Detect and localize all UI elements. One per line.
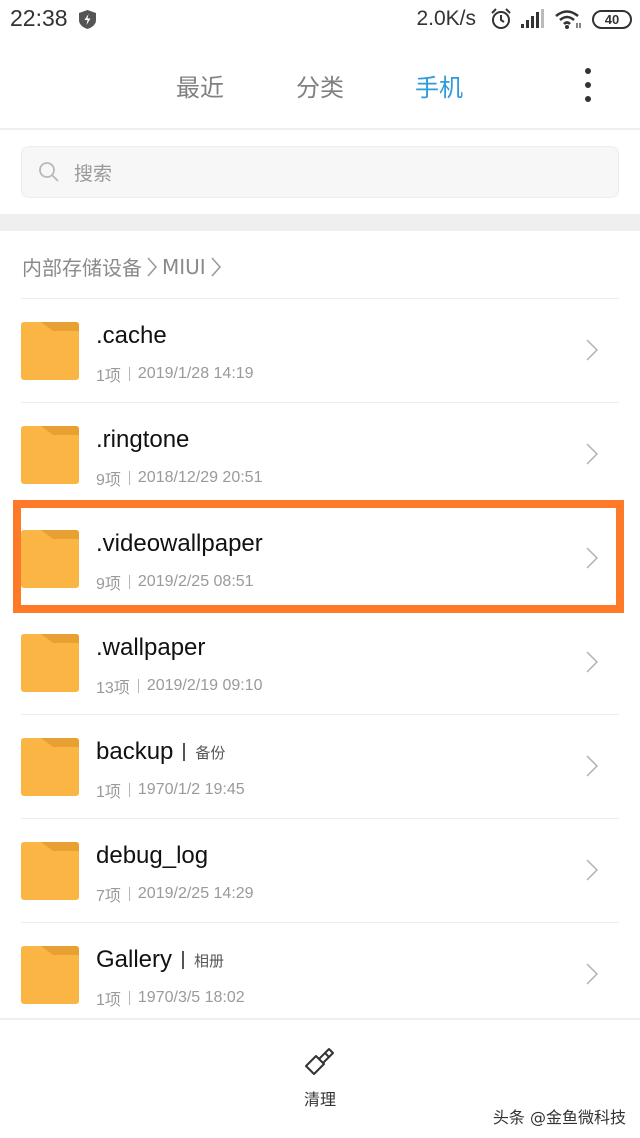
tab-category[interactable]: 分类 bbox=[296, 68, 344, 103]
item-count: 1项 bbox=[96, 992, 121, 1009]
file-list-item[interactable]: .wallpaper 13项 2019/2/19 09:10 bbox=[0, 610, 640, 714]
search-input[interactable]: 搜索 bbox=[21, 146, 619, 198]
dot bbox=[585, 96, 591, 102]
item-count: 7项 bbox=[96, 888, 121, 905]
chevron-right-icon bbox=[147, 257, 158, 276]
meta-separator bbox=[128, 783, 130, 797]
file-name-line: .ringtone bbox=[96, 426, 189, 454]
dot bbox=[585, 82, 591, 88]
file-name: .cache bbox=[96, 322, 167, 349]
modified-date: 1970/3/5 18:02 bbox=[137, 989, 245, 1006]
watermark: 头条 @金鱼微科技 bbox=[492, 1108, 626, 1127]
file-name: .wallpaper bbox=[96, 634, 206, 661]
file-meta: 13项 2019/2/19 09:10 bbox=[96, 674, 262, 698]
chevron-right-icon bbox=[586, 651, 598, 673]
file-meta: 1项 1970/1/2 19:45 bbox=[96, 778, 245, 802]
section-divider bbox=[0, 214, 640, 231]
chevron-right-icon bbox=[586, 755, 598, 777]
search-placeholder: 搜索 bbox=[74, 162, 113, 185]
file-list-item[interactable]: .ringtone 9项 2018/12/29 20:51 bbox=[0, 402, 640, 506]
meta-separator bbox=[128, 887, 130, 901]
item-count: 9项 bbox=[96, 472, 121, 489]
modified-date: 2018/12/29 20:51 bbox=[137, 469, 263, 486]
meta-separator bbox=[128, 471, 130, 485]
tag-separator bbox=[183, 743, 186, 761]
network-speed: 2.0K/s bbox=[416, 7, 476, 30]
tag-separator bbox=[182, 951, 185, 969]
folder-icon bbox=[21, 946, 79, 1004]
breadcrumb-miui[interactable]: MIUI bbox=[162, 255, 206, 279]
folder-icon bbox=[21, 426, 79, 484]
file-meta: 1项 2019/1/28 14:19 bbox=[96, 362, 254, 386]
file-name-line: .wallpaper bbox=[96, 634, 205, 662]
meta-separator bbox=[128, 367, 130, 381]
alarm-icon bbox=[491, 8, 511, 29]
file-list-item[interactable]: debug_log 7项 2019/2/25 14:29 bbox=[0, 818, 640, 922]
file-name-line: Gallery 相册 bbox=[96, 946, 224, 974]
folder-icon bbox=[21, 842, 79, 900]
modified-date: 1970/1/2 19:45 bbox=[137, 781, 245, 798]
modified-date: 2019/2/25 14:29 bbox=[137, 885, 254, 902]
modified-date: 2019/2/19 09:10 bbox=[146, 677, 263, 694]
file-name-line: backup 备份 bbox=[96, 738, 225, 766]
dot bbox=[585, 68, 591, 74]
item-count: 1项 bbox=[96, 368, 121, 385]
file-name-line: .cache bbox=[96, 322, 167, 350]
more-options-icon[interactable] bbox=[576, 68, 600, 102]
modified-date: 2019/1/28 14:19 bbox=[137, 365, 254, 382]
file-meta: 1项 1970/3/5 18:02 bbox=[96, 986, 245, 1010]
file-meta: 7项 2019/2/25 14:29 bbox=[96, 882, 254, 906]
file-list: .cache 1项 2019/1/28 14:19 .ringtone 9项 2… bbox=[0, 298, 640, 1026]
file-name: Gallery bbox=[96, 946, 173, 973]
clean-label: 清理 bbox=[303, 1090, 336, 1109]
file-list-item[interactable]: .cache 1项 2019/1/28 14:19 bbox=[0, 298, 640, 402]
brush-icon bbox=[305, 1048, 334, 1075]
file-name-line: debug_log bbox=[96, 842, 208, 870]
breadcrumb-internal-storage[interactable]: 内部存储设备 bbox=[22, 252, 142, 281]
file-name: backup bbox=[96, 738, 174, 765]
folder-icon bbox=[21, 634, 79, 692]
item-count: 13项 bbox=[96, 680, 130, 697]
meta-separator bbox=[128, 575, 130, 589]
meta-separator bbox=[128, 991, 130, 1005]
status-time: 22:38 bbox=[10, 5, 68, 31]
file-name: .ringtone bbox=[96, 426, 190, 453]
file-name-line: .videowallpaper bbox=[96, 530, 263, 558]
folder-icon bbox=[21, 530, 79, 588]
clean-button[interactable]: 清理 bbox=[290, 1046, 350, 1110]
file-tag: 备份 bbox=[195, 743, 226, 762]
item-count: 1项 bbox=[96, 784, 121, 801]
chevron-right-icon bbox=[586, 547, 598, 569]
tab-phone[interactable]: 手机 bbox=[415, 68, 463, 103]
bottom-divider bbox=[0, 1018, 640, 1020]
file-meta: 9项 2018/12/29 20:51 bbox=[96, 466, 262, 490]
file-list-item[interactable]: backup 备份 1项 1970/1/2 19:45 bbox=[0, 714, 640, 818]
meta-separator bbox=[137, 679, 139, 693]
file-name: .videowallpaper bbox=[96, 530, 263, 557]
status-bar: 22:38 2.0K/s 40 bbox=[0, 0, 640, 40]
search-icon bbox=[39, 162, 59, 182]
signal-icon bbox=[521, 9, 544, 28]
file-meta: 9项 2019/2/25 08:51 bbox=[96, 570, 254, 594]
file-tag: 相册 bbox=[194, 951, 225, 970]
chevron-right-icon bbox=[586, 339, 598, 361]
tab-recent[interactable]: 最近 bbox=[176, 68, 224, 103]
item-count: 9项 bbox=[96, 576, 121, 593]
battery-icon: 40 bbox=[592, 9, 632, 29]
breadcrumb: 内部存储设备 MIUI bbox=[22, 252, 226, 281]
modified-date: 2019/2/25 08:51 bbox=[137, 573, 254, 590]
tabs-header: 最近 分类 手机 bbox=[0, 40, 640, 130]
shield-bolt-icon bbox=[79, 10, 96, 29]
status-indicators: 2.0K/s 40 bbox=[416, 5, 632, 33]
folder-icon bbox=[21, 322, 79, 380]
chevron-right-icon bbox=[211, 257, 221, 276]
chevron-right-icon bbox=[586, 443, 598, 465]
chevron-right-icon bbox=[586, 963, 598, 985]
chevron-right-icon bbox=[586, 859, 598, 881]
file-list-item[interactable]: Gallery 相册 1项 1970/3/5 18:02 bbox=[0, 922, 640, 1026]
file-list-item[interactable]: .videowallpaper 9项 2019/2/25 08:51 bbox=[0, 506, 640, 610]
wifi-icon bbox=[555, 10, 581, 29]
file-name: debug_log bbox=[96, 842, 209, 869]
folder-icon bbox=[21, 738, 79, 796]
